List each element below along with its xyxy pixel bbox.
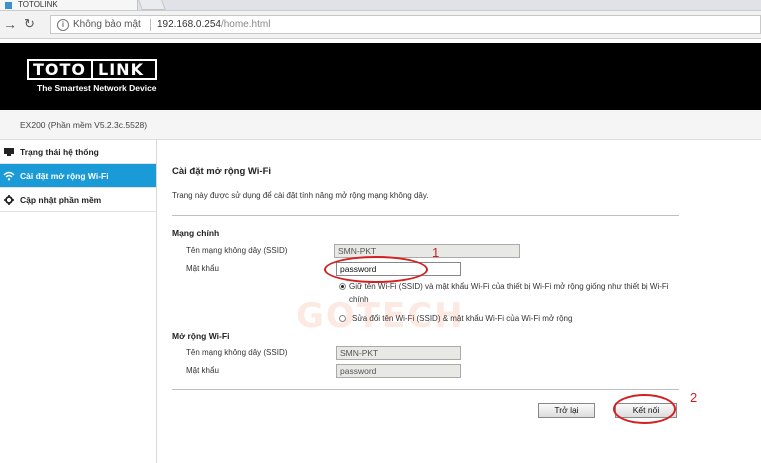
url-field[interactable]: i Không bảo mật 192.168.0.254/home.html xyxy=(50,15,761,34)
page-description: Trang này được sử dụng để cài đặt tính n… xyxy=(172,191,429,200)
url-host: 192.168.0.254 xyxy=(157,19,221,30)
gear-icon xyxy=(3,194,15,205)
favicon-icon xyxy=(5,2,12,9)
primary-ssid-label: Tên mạng không dây (SSID) xyxy=(186,246,288,255)
sidebar-item-status[interactable]: Trạng thái hệ thống xyxy=(0,140,156,164)
browser-tab-title: TOTOLINK xyxy=(18,0,58,9)
keep-ssid-radio[interactable] xyxy=(339,283,346,290)
sidebar-item-label: Cài đặt mở rộng Wi-Fi xyxy=(20,170,109,181)
primary-password-label: Mật khẩu xyxy=(186,264,219,273)
primary-network-heading: Mạng chính xyxy=(172,228,220,238)
totolink-logo: TOTO LINK The Smartest Network Device xyxy=(27,59,157,93)
extended-ssid-label: Tên mạng không dây (SSID) xyxy=(186,348,288,357)
page-title: Cài đặt mở rộng Wi-Fi xyxy=(172,166,272,177)
sidebar: Trạng thái hệ thống Cài đặt mở rộng Wi-F… xyxy=(0,140,157,463)
gotech-watermark: GOTECH xyxy=(296,296,465,336)
extended-ssid-field[interactable] xyxy=(336,346,461,360)
wifi-icon xyxy=(3,171,15,181)
browser-tab-bar: TOTOLINK xyxy=(0,0,761,11)
firmware-version: EX200 (Phần mềm V5.2.3c.5528) xyxy=(20,120,148,130)
url-text[interactable]: 192.168.0.254/home.html xyxy=(157,19,270,30)
info-icon[interactable]: i xyxy=(57,19,69,31)
sidebar-item-wifi-extender[interactable]: Cài đặt mở rộng Wi-Fi xyxy=(0,164,156,188)
browser-tab[interactable]: TOTOLINK xyxy=(0,0,138,10)
forward-arrow-icon[interactable]: → xyxy=(3,16,17,32)
logo-text-right: LINK xyxy=(98,60,144,79)
address-bar: → ↻ i Không bảo mật 192.168.0.254/home.h… xyxy=(0,11,761,39)
sidebar-item-firmware-update[interactable]: Cập nhật phần mềm xyxy=(0,188,156,212)
sidebar-item-label: Cập nhật phần mềm xyxy=(20,194,102,205)
back-button[interactable]: Trở lại xyxy=(538,403,595,418)
extended-password-label: Mật khẩu xyxy=(186,366,219,375)
annotation-circle-connect xyxy=(613,394,676,424)
extended-wifi-heading: Mở rộng Wi-Fi xyxy=(172,331,230,341)
reload-icon[interactable]: ↻ xyxy=(24,16,35,32)
sidebar-item-label: Trạng thái hệ thống xyxy=(20,146,99,157)
extended-password-field[interactable] xyxy=(336,364,461,378)
annotation-circle-password xyxy=(324,256,428,283)
annotation-step-1: 1 xyxy=(432,245,440,260)
logo-text-left: TOTO xyxy=(33,60,87,79)
logo-tagline: The Smartest Network Device xyxy=(37,83,157,93)
logo-divider xyxy=(91,61,94,78)
divider xyxy=(172,215,679,216)
new-tab-button[interactable] xyxy=(138,0,166,10)
firmware-version-bar: EX200 (Phần mềm V5.2.3c.5528) xyxy=(0,110,761,140)
logo-box: TOTO LINK xyxy=(27,59,157,80)
router-header: TOTO LINK The Smartest Network Device xyxy=(0,43,761,110)
url-path: /home.html xyxy=(220,19,271,30)
url-separator xyxy=(150,19,151,31)
annotation-step-2: 2 xyxy=(690,390,698,405)
monitor-icon xyxy=(3,147,15,157)
divider xyxy=(172,389,679,390)
security-status[interactable]: Không bảo mật xyxy=(73,19,141,30)
